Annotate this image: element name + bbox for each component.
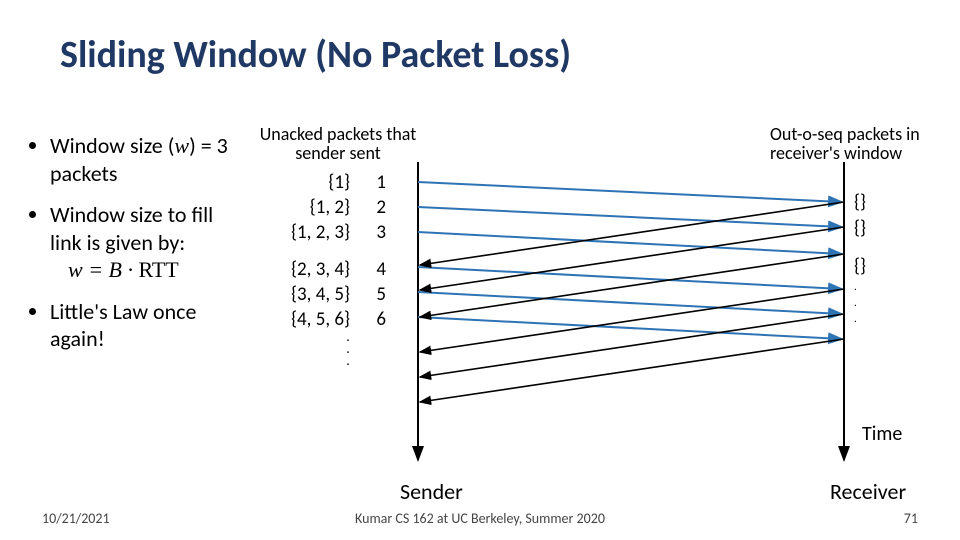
packet-arrow bbox=[418, 292, 842, 314]
bullet-fill-link: Window size to fill link is given by: w … bbox=[50, 201, 238, 284]
packet-arrow bbox=[418, 232, 842, 254]
footer-center: Kumar CS 162 at UC Berkeley, Summer 2020 bbox=[0, 510, 960, 527]
out-of-seq-label: Out-o-seq packets in receiver's window bbox=[770, 125, 955, 163]
ack-arrow bbox=[420, 314, 844, 377]
bullet-window-size: Window size (w) = 3 packets bbox=[50, 132, 238, 187]
footer-page-number: 71 bbox=[904, 510, 918, 527]
unacked-packets-label: Unacked packets that sender sent bbox=[258, 125, 418, 163]
slide-title: Sliding Window (No Packet Loss) bbox=[60, 32, 571, 78]
receiver-label: Receiver bbox=[830, 478, 906, 505]
ack-arrow bbox=[420, 227, 844, 290]
sender-label: Sender bbox=[400, 478, 463, 505]
time-label: Time bbox=[862, 422, 902, 446]
ack-arrow bbox=[420, 339, 844, 402]
bullet-littles-law: Little's Law once again! bbox=[50, 298, 238, 353]
packet-arrow bbox=[418, 182, 842, 202]
sequence-diagram bbox=[246, 162, 866, 462]
bullet-list: Window size (w) = 3 packets Window size … bbox=[28, 132, 238, 367]
packet-arrow bbox=[418, 207, 842, 227]
ack-arrow bbox=[420, 202, 844, 265]
